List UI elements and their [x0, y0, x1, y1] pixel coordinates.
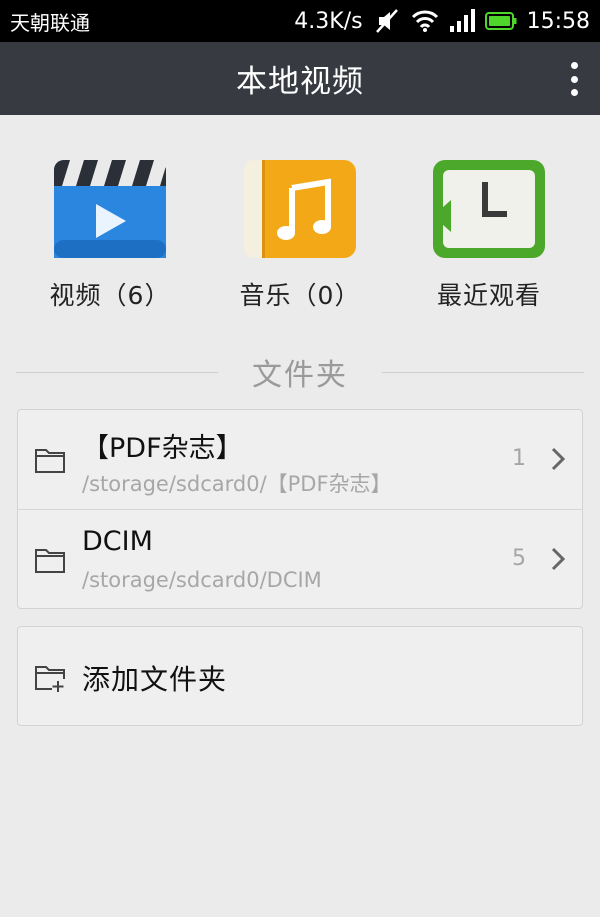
signal-icon — [449, 9, 475, 32]
add-folder-button[interactable]: 添加文件夹 — [17, 626, 583, 726]
clock-time: 15:58 — [526, 8, 590, 34]
menu-dot — [570, 89, 578, 96]
wifi-icon — [411, 10, 438, 32]
folder-count: 1 — [512, 446, 526, 471]
network-speed: 4.3K/s — [294, 8, 363, 34]
battery-icon — [484, 12, 517, 30]
app-bar: 本地视频 — [0, 42, 600, 115]
category-video[interactable]: 视频（6） — [30, 160, 190, 312]
status-indicators: 4.3K/s 15:58 — [294, 8, 590, 34]
overflow-menu-icon[interactable] — [564, 60, 584, 98]
mute-icon — [375, 9, 398, 33]
folder-path: /storage/sdcard0/DCIM — [82, 568, 322, 592]
page-title: 本地视频 — [236, 64, 364, 100]
divider-line — [16, 371, 218, 373]
folder-list: 【PDF杂志】 /storage/sdcard0/【PDF杂志】 1 DCIM … — [17, 409, 583, 609]
folder-row[interactable]: DCIM /storage/sdcard0/DCIM 5 — [18, 509, 582, 608]
menu-dot — [570, 62, 578, 69]
add-folder-label: 添加文件夹 — [82, 663, 228, 696]
section-header: 文件夹 — [16, 350, 584, 394]
carrier-name: 天朝联通 — [10, 10, 90, 35]
folder-name: DCIM — [82, 526, 153, 557]
section-title: 文件夹 — [252, 358, 348, 393]
folder-icon — [35, 549, 65, 573]
music-note-icon — [244, 160, 356, 258]
folder-name: 【PDF杂志】 — [82, 433, 243, 464]
menu-dot — [570, 75, 578, 83]
category-label: 最近观看 — [436, 281, 541, 310]
category-recent[interactable]: 最近观看 — [409, 160, 569, 312]
folder-path: /storage/sdcard0/【PDF杂志】 — [82, 472, 392, 496]
folder-count: 5 — [512, 546, 526, 571]
category-label: 视频（6） — [49, 281, 171, 310]
category-music[interactable]: 音乐（0） — [220, 160, 380, 312]
add-folder-icon — [35, 666, 65, 692]
chevron-right-icon — [551, 547, 566, 571]
divider-line — [382, 371, 584, 373]
category-grid: 视频（6） 音乐（0） 最近观看 — [0, 160, 600, 320]
video-clapper-icon — [54, 160, 166, 258]
category-label: 音乐（0） — [239, 281, 361, 310]
chevron-right-icon — [551, 447, 566, 471]
status-bar: 天朝联通 4.3K/s 15:58 — [0, 0, 600, 42]
folder-row[interactable]: 【PDF杂志】 /storage/sdcard0/【PDF杂志】 1 — [18, 410, 582, 509]
folder-icon — [35, 449, 65, 473]
clock-icon — [433, 160, 545, 258]
